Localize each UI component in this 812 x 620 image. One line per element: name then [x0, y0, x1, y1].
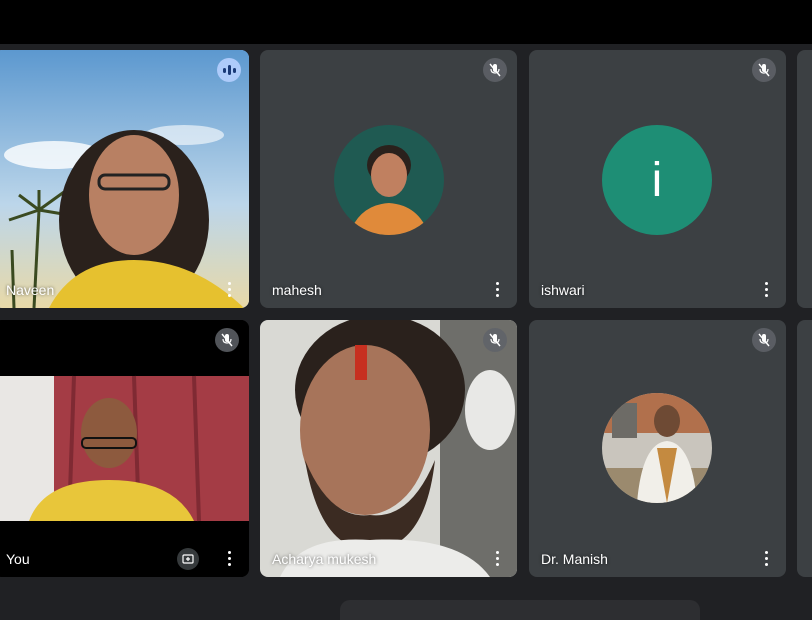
- participant-video: [260, 320, 517, 577]
- more-options-button[interactable]: [487, 547, 507, 569]
- more-vert-icon: [495, 549, 499, 567]
- reframe-icon[interactable]: [177, 548, 199, 570]
- more-options-button[interactable]: [756, 547, 776, 569]
- participant-avatar: [334, 125, 444, 235]
- participant-video: [0, 50, 249, 308]
- participant-tile-ishwari[interactable]: i ishwari: [529, 50, 786, 308]
- mic-off-icon: [752, 328, 776, 352]
- mic-off-icon: [483, 58, 507, 82]
- more-options-button[interactable]: [219, 547, 239, 569]
- participant-tile-acharya-mukesh[interactable]: Acharya mukesh: [260, 320, 517, 577]
- participant-name: Naveen: [6, 282, 55, 298]
- more-vert-icon: [227, 280, 231, 298]
- participant-name: mahesh: [272, 282, 322, 298]
- participant-tile-you[interactable]: You: [0, 320, 249, 577]
- more-options-button[interactable]: [487, 278, 507, 300]
- participant-name: Acharya mukesh: [272, 551, 377, 567]
- participant-tile-naveen[interactable]: Naveen: [0, 50, 249, 308]
- bottom-controls-bar: [340, 600, 700, 620]
- participant-tile-mahesh[interactable]: mahesh: [260, 50, 517, 308]
- more-vert-icon: [764, 549, 768, 567]
- more-vert-icon: [764, 280, 768, 298]
- participant-name: Dr. Manish: [541, 551, 608, 567]
- top-bar: [0, 0, 812, 44]
- participant-name: You: [6, 551, 30, 567]
- participant-name: ishwari: [541, 282, 585, 298]
- participant-video: [0, 320, 249, 577]
- mic-off-icon: [483, 328, 507, 352]
- participant-tile-dr-manish[interactable]: Dr. Manish: [529, 320, 786, 577]
- mic-off-icon: [752, 58, 776, 82]
- participant-tile-partial[interactable]: [797, 50, 812, 308]
- more-options-button[interactable]: [219, 278, 239, 300]
- audio-level-icon: [217, 58, 241, 82]
- participant-avatar: [602, 393, 712, 503]
- participant-avatar-letter: i: [602, 125, 712, 235]
- participant-tile-partial[interactable]: [797, 320, 812, 577]
- mic-off-icon: [215, 328, 239, 352]
- more-options-button[interactable]: [756, 278, 776, 300]
- more-vert-icon: [227, 549, 231, 567]
- more-vert-icon: [495, 280, 499, 298]
